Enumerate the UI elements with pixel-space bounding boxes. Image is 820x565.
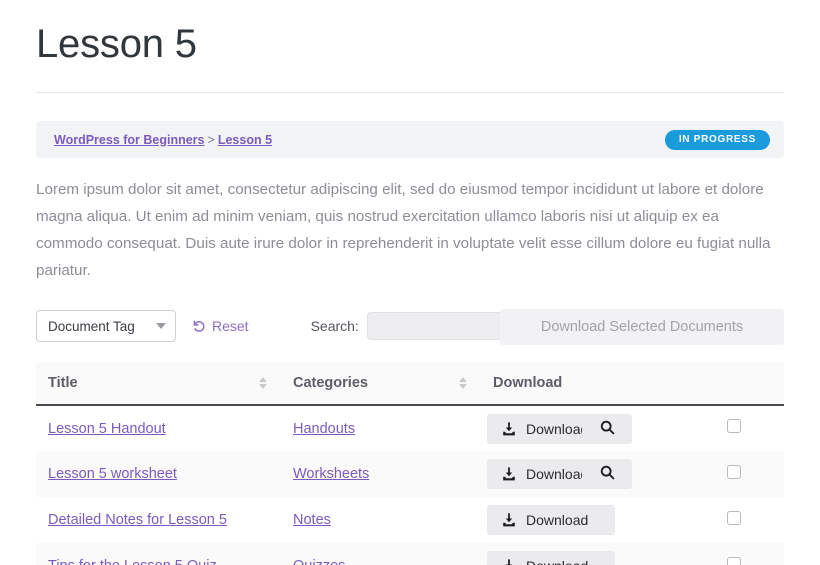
- lesson-page: Lesson 5 WordPress for Beginners>Lesson …: [0, 0, 820, 565]
- cell-select: [683, 543, 784, 565]
- sort-icon-categories[interactable]: [459, 377, 467, 389]
- cell-download: Download: [481, 405, 582, 451]
- preview-button[interactable]: [582, 414, 632, 444]
- cell-category: Worksheets: [281, 451, 481, 497]
- document-tag-select-value: Document Tag: [48, 319, 135, 334]
- document-category-link[interactable]: Handouts: [293, 421, 355, 437]
- table-row: Tips for the Lesson 5 Quiz Quizzes: [36, 543, 784, 565]
- breadcrumb-bar: WordPress for Beginners>Lesson 5 IN PROG…: [36, 121, 784, 158]
- download-icon: [501, 512, 517, 528]
- cell-title: Detailed Notes for Lesson 5: [36, 497, 281, 543]
- undo-icon: [192, 319, 207, 334]
- cell-title: Lesson 5 worksheet: [36, 451, 281, 497]
- cell-title: Tips for the Lesson 5 Quiz: [36, 543, 281, 565]
- documents-toolbar: Document Tag Reset Search: Download Sele…: [36, 306, 784, 346]
- cell-select: [683, 451, 784, 497]
- documents-table-wrap: Title Categories Download Lesson 5 Hand: [36, 362, 784, 565]
- download-button-label: Download: [526, 466, 588, 482]
- cell-select: [683, 497, 784, 543]
- table-row: Lesson 5 Handout Handouts: [36, 405, 784, 451]
- document-title-link[interactable]: Tips for the Lesson 5 Quiz: [48, 558, 217, 565]
- lesson-description: Lorem ipsum dolor sit amet, consectetur …: [36, 176, 784, 284]
- chevron-down-icon: [156, 323, 166, 329]
- cell-download: Download: [481, 497, 582, 543]
- preview-button[interactable]: [582, 459, 632, 489]
- download-icon: [501, 466, 517, 482]
- page-title: Lesson 5: [36, 22, 784, 66]
- cell-category: Handouts: [281, 405, 481, 451]
- column-header-download: Download: [481, 362, 784, 405]
- document-title-link[interactable]: Lesson 5 worksheet: [48, 466, 177, 482]
- download-icon: [501, 558, 517, 565]
- document-category-link[interactable]: Notes: [293, 512, 331, 528]
- reset-label: Reset: [212, 318, 249, 334]
- row-select-checkbox[interactable]: [727, 419, 741, 433]
- cell-preview: [582, 405, 683, 451]
- search-icon: [599, 464, 616, 484]
- table-header-row: Title Categories Download: [36, 362, 784, 405]
- cell-category: Quizzes: [281, 543, 481, 565]
- column-header-title-label: Title: [48, 375, 78, 391]
- document-category-link[interactable]: Worksheets: [293, 466, 369, 482]
- document-category-link[interactable]: Quizzes: [293, 558, 345, 565]
- document-title-link[interactable]: Detailed Notes for Lesson 5: [48, 512, 227, 528]
- reset-filters-button[interactable]: Reset: [192, 318, 249, 334]
- column-header-categories-label: Categories: [293, 375, 368, 391]
- download-button-label: Download: [526, 512, 588, 528]
- table-row: Lesson 5 worksheet Worksheets: [36, 451, 784, 497]
- row-select-checkbox[interactable]: [727, 465, 741, 479]
- download-button[interactable]: Download: [487, 505, 615, 535]
- table-body: Lesson 5 Handout Handouts: [36, 405, 784, 565]
- status-badge: IN PROGRESS: [665, 130, 770, 150]
- search-icon: [599, 419, 616, 439]
- search-group: Search:: [311, 312, 525, 340]
- cell-download: Download: [481, 451, 582, 497]
- breadcrumb-separator: >: [205, 133, 218, 147]
- table-row: Detailed Notes for Lesson 5 Notes: [36, 497, 784, 543]
- download-icon: [501, 421, 517, 437]
- page-header: Lesson 5: [0, 0, 820, 66]
- column-header-categories[interactable]: Categories: [281, 362, 481, 405]
- cell-title: Lesson 5 Handout: [36, 405, 281, 451]
- cell-download: Download: [481, 543, 582, 565]
- column-header-download-label: Download: [493, 375, 562, 391]
- cell-preview: [582, 451, 683, 497]
- breadcrumb-link-current[interactable]: Lesson 5: [218, 133, 272, 147]
- row-select-checkbox[interactable]: [727, 557, 741, 565]
- download-button-label: Download: [526, 421, 588, 437]
- breadcrumb: WordPress for Beginners>Lesson 5: [54, 133, 272, 147]
- cell-select: [683, 405, 784, 451]
- title-divider: [36, 92, 784, 93]
- documents-table: Title Categories Download Lesson 5 Hand: [36, 362, 784, 565]
- table-head: Title Categories Download: [36, 362, 784, 405]
- column-header-title[interactable]: Title: [36, 362, 281, 405]
- document-tag-select[interactable]: Document Tag: [36, 310, 176, 342]
- breadcrumb-link-course[interactable]: WordPress for Beginners: [54, 133, 205, 147]
- download-button[interactable]: Download: [487, 551, 615, 565]
- document-title-link[interactable]: Lesson 5 Handout: [48, 421, 166, 437]
- row-select-checkbox[interactable]: [727, 511, 741, 525]
- search-label: Search:: [311, 318, 359, 334]
- download-selected-documents-button[interactable]: Download Selected Documents: [500, 309, 784, 345]
- cell-category: Notes: [281, 497, 481, 543]
- download-button-label: Download: [526, 558, 588, 565]
- sort-icon-title[interactable]: [259, 377, 267, 389]
